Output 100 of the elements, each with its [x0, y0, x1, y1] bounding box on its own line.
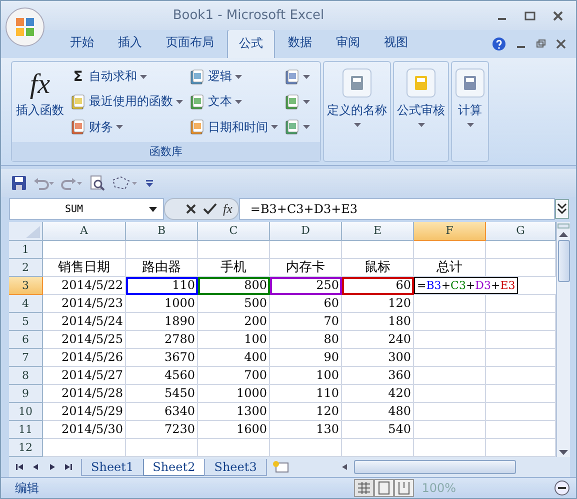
- ribbon-group-button[interactable]: 公式审核: [393, 61, 449, 162]
- normal-view-icon[interactable]: [354, 479, 374, 497]
- book-icon: [189, 119, 205, 136]
- row-header[interactable]: 1: [9, 241, 43, 259]
- previous-sheet-icon[interactable]: [31, 462, 41, 472]
- close-icon[interactable]: [556, 39, 566, 49]
- row-header[interactable]: 8: [9, 367, 43, 385]
- table-cell: 400: [198, 349, 270, 367]
- caret-icon[interactable]: [149, 206, 157, 212]
- table-cell: 2014/5/26: [43, 349, 126, 367]
- function-category-button[interactable]: 最近使用的函数: [68, 92, 185, 112]
- table-cell: 1000: [198, 385, 270, 403]
- column-header[interactable]: F: [414, 222, 486, 241]
- column-header[interactable]: G: [486, 222, 556, 241]
- ribbon-tab[interactable]: 开始: [59, 29, 105, 58]
- expand-icon[interactable]: [555, 199, 569, 219]
- row-header[interactable]: 6: [9, 331, 43, 349]
- enter-icon[interactable]: [203, 203, 217, 215]
- new-sheet-icon[interactable]: [272, 460, 290, 474]
- table-cell: 1300: [198, 403, 270, 421]
- function-category-button[interactable]: Σ 自动求和: [68, 67, 185, 86]
- first-sheet-icon[interactable]: [15, 462, 25, 472]
- book-icon: [284, 68, 300, 85]
- table-cell: 鼠标: [342, 259, 414, 277]
- ribbon-tab[interactable]: 公式: [227, 29, 275, 58]
- column-header[interactable]: D: [270, 222, 342, 241]
- sheet-tab[interactable]: Sheet1: [81, 458, 144, 476]
- table-cell: 700: [198, 367, 270, 385]
- sheet-tab[interactable]: Sheet3: [204, 458, 267, 476]
- close-icon[interactable]: [552, 10, 564, 22]
- table-cell: 100: [270, 367, 342, 385]
- page-break-icon[interactable]: [394, 479, 414, 497]
- row-header[interactable]: 11: [9, 421, 43, 439]
- tool-icon: [406, 68, 436, 98]
- table-cell: 60: [342, 277, 414, 295]
- table-cell: 2014/5/27: [43, 367, 126, 385]
- ribbon-tab[interactable]: 视图: [373, 29, 419, 58]
- page-layout-icon[interactable]: [374, 479, 394, 497]
- empty-cell: [126, 241, 198, 259]
- function-category-button[interactable]: 文本: [187, 92, 280, 112]
- insert-function-button[interactable]: fx: [223, 201, 232, 217]
- row-header[interactable]: 12: [9, 439, 43, 457]
- help-icon[interactable]: [492, 37, 506, 51]
- print-preview-icon[interactable]: [89, 175, 105, 191]
- column-header[interactable]: B: [126, 222, 198, 241]
- caret-icon: [235, 74, 242, 79]
- split-handle-icon[interactable]: [557, 222, 570, 230]
- scrollbar-thumb[interactable]: [558, 240, 570, 282]
- sheet-tab[interactable]: Sheet2: [142, 458, 206, 476]
- scrollbar-thumb[interactable]: [354, 460, 516, 474]
- function-category-button[interactable]: 日期和时间: [187, 118, 280, 137]
- next-sheet-icon[interactable]: [47, 462, 57, 472]
- table-cell[interactable]: =B3+C3+D3+E3: [414, 277, 518, 294]
- ribbon-tab[interactable]: 页面布局: [155, 29, 225, 58]
- formula-field[interactable]: =B3+C3+D3+E3: [239, 198, 555, 220]
- table-cell: 1890: [126, 313, 198, 331]
- row-header[interactable]: 9: [9, 385, 43, 403]
- table-cell: 480: [342, 403, 414, 421]
- table-cell: 内存卡: [270, 259, 342, 277]
- row-header[interactable]: 5: [9, 313, 43, 331]
- scroll-left-icon[interactable]: [340, 462, 350, 472]
- book-icon: [70, 94, 86, 110]
- maximize-icon[interactable]: [524, 10, 536, 22]
- cancel-icon[interactable]: [185, 203, 197, 215]
- function-category-button[interactable]: 逻辑: [187, 67, 280, 86]
- column-header[interactable]: A: [43, 222, 126, 241]
- zoom-out-icon[interactable]: [554, 480, 570, 496]
- caret-icon: [466, 123, 474, 127]
- ribbon-tab[interactable]: 数据: [277, 29, 323, 58]
- save-icon[interactable]: [11, 175, 27, 191]
- book-icon: [284, 119, 300, 136]
- table-cell: 360: [342, 367, 414, 385]
- ribbon-group-button[interactable]: 计算: [451, 61, 489, 162]
- row-header[interactable]: 2: [9, 259, 43, 277]
- tool-icon: [455, 68, 485, 98]
- empty-cell: [414, 421, 486, 439]
- status-mode: 编辑: [15, 480, 39, 496]
- last-sheet-icon[interactable]: [63, 462, 73, 472]
- row-header[interactable]: 3: [9, 277, 43, 295]
- empty-cell: [342, 241, 414, 259]
- column-header[interactable]: C: [198, 222, 270, 241]
- book-icon: [70, 119, 86, 136]
- table-cell: 100: [198, 331, 270, 349]
- empty-cell: [414, 331, 486, 349]
- row-header[interactable]: 7: [9, 349, 43, 367]
- ribbon-tab[interactable]: 审阅: [325, 29, 371, 58]
- name-box[interactable]: SUM: [9, 198, 164, 220]
- ribbon-group-button[interactable]: 定义的名称: [323, 61, 391, 162]
- function-category-button[interactable]: 财务: [68, 118, 185, 137]
- restore-icon[interactable]: [536, 39, 546, 49]
- column-header[interactable]: E: [342, 222, 414, 241]
- table-cell: 420: [342, 385, 414, 403]
- group-label: 函数库: [12, 142, 320, 161]
- table-cell: 2014/5/24: [43, 313, 126, 331]
- table-cell: 800: [198, 277, 270, 295]
- ribbon-tab[interactable]: 插入: [107, 29, 153, 58]
- shapes-icon[interactable]: [111, 175, 139, 191]
- insert-function-button[interactable]: fx 插入函数: [14, 64, 66, 140]
- row-header[interactable]: 10: [9, 403, 43, 421]
- row-header[interactable]: 4: [9, 295, 43, 313]
